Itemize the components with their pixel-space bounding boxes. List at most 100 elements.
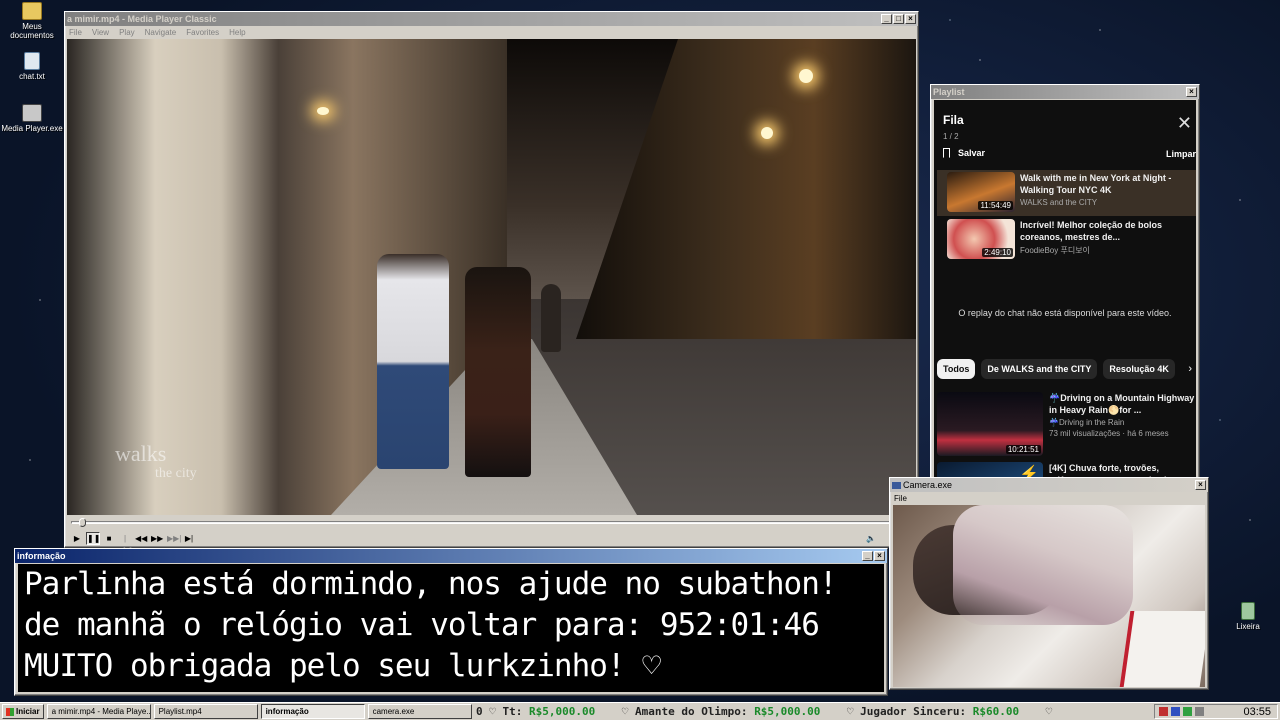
desktop-icon-documents[interactable]: Meus documentos xyxy=(0,2,64,40)
donation-ticker: 0 ♡ Tt: R$5,000.00 ♡ Amante do Olimpo: R… xyxy=(476,704,1154,720)
start-label: Iniciar xyxy=(16,707,40,716)
recycle-bin-icon xyxy=(1241,602,1255,620)
recommended-title: ☔Driving on a Mountain Highway in Heavy … xyxy=(1049,393,1195,415)
blanket xyxy=(953,505,1133,625)
taskbar-button-playlist[interactable]: Playlist.mp4 xyxy=(153,704,258,719)
clear-button[interactable]: Limpar xyxy=(1166,149,1196,159)
windows-logo-icon xyxy=(6,707,14,716)
seek-thumb[interactable] xyxy=(79,518,87,527)
close-icon[interactable]: ✕ xyxy=(1177,114,1192,132)
frame-step-button[interactable]: ▶| xyxy=(182,532,196,545)
media-player-titlebar[interactable]: a mimir.mp4 - Media Player Classic _ □ × xyxy=(65,12,918,26)
ticker-label: 0 ♡ Tt: xyxy=(476,705,523,718)
ticker-label: ♡ xyxy=(1045,705,1053,718)
close-button[interactable]: × xyxy=(1195,480,1206,490)
notepad-icon xyxy=(24,52,40,70)
street-light xyxy=(799,69,813,83)
taskbar-button-info[interactable]: informação xyxy=(260,704,365,719)
info-line: de manhã o relógio vai voltar para: 952:… xyxy=(24,607,820,643)
desktop-icon-chat[interactable]: chat.txt xyxy=(0,52,64,81)
clock: 03:55 xyxy=(1243,705,1271,718)
menu-file[interactable]: File xyxy=(894,494,907,503)
seek-bar[interactable] xyxy=(67,517,916,529)
tray-icon[interactable] xyxy=(1171,707,1180,716)
chip-channel[interactable]: De WALKS and the CITY xyxy=(981,359,1098,379)
chip-all[interactable]: Todos xyxy=(937,359,976,379)
ticker-label: ♡ Amante do Olimpo: xyxy=(621,705,748,718)
close-button[interactable]: × xyxy=(874,551,885,561)
menu-favorites[interactable]: Favorites xyxy=(186,28,219,37)
info-titlebar[interactable]: informação _ × xyxy=(15,549,887,563)
minimize-button[interactable]: _ xyxy=(862,551,873,561)
window-title: Camera.exe xyxy=(903,480,953,490)
playlist-window: Playlist × Fila 1 / 2 ✕ Salvar Limpar 11… xyxy=(930,84,1200,480)
folder-icon xyxy=(22,2,42,20)
play-button[interactable]: ▶ xyxy=(70,532,84,545)
queue-item-title: Walk with me in New York at Night - Walk… xyxy=(1020,173,1172,195)
window-title: Playlist xyxy=(933,87,965,97)
bookmark-icon xyxy=(943,148,950,158)
queue-item[interactable]: 11:54:49 Walk with me in New York at Nig… xyxy=(937,170,1196,216)
next-button[interactable]: ▶▶| xyxy=(166,532,181,545)
video-watermark: walks the city xyxy=(115,441,197,482)
fast-forward-button[interactable]: ▶▶ xyxy=(150,532,164,545)
volume-icon[interactable] xyxy=(1195,707,1204,716)
playlist-titlebar[interactable]: Playlist × xyxy=(931,85,1199,99)
notebook xyxy=(1119,611,1205,687)
queue-item[interactable]: 2:49:10 Incrível! Melhor coleção de bolo… xyxy=(937,217,1196,263)
recommended-item[interactable]: 10:21:51 ☔Driving on a Mountain Highway … xyxy=(937,392,1196,456)
stop-button[interactable]: ■ xyxy=(102,532,116,545)
filter-chips: Todos De WALKS and the CITY Resolução 4K xyxy=(937,359,1196,379)
save-label: Salvar xyxy=(958,148,986,158)
desktop-icon-label: Lixeira xyxy=(1236,622,1260,631)
desktop-icon-label: chat.txt xyxy=(19,72,45,81)
menu-view[interactable]: View xyxy=(92,28,109,37)
previous-button[interactable]: |◀◀ xyxy=(118,532,132,554)
chevron-right-icon[interactable]: › xyxy=(1188,363,1192,375)
close-button[interactable]: × xyxy=(905,14,916,24)
menu-file[interactable]: File xyxy=(69,28,82,37)
tray-icon[interactable] xyxy=(1183,707,1192,716)
desktop-icon-media-player[interactable]: Media Player.exe xyxy=(0,104,64,133)
street-light xyxy=(761,127,773,139)
taskbar-button-camera[interactable]: camera.exe xyxy=(367,704,472,719)
pedestrian xyxy=(465,267,531,477)
maximize-button[interactable]: □ xyxy=(893,14,904,24)
building-right xyxy=(576,39,916,339)
minimize-button[interactable]: _ xyxy=(881,14,892,24)
queue-panel: Fila 1 / 2 ✕ Salvar Limpar 11:54:49 Walk… xyxy=(934,100,1196,479)
recommended-channel: ☔Driving in the Rain xyxy=(1049,418,1125,427)
video-frame[interactable]: walks the city xyxy=(67,39,916,515)
chip-4k[interactable]: Resolução 4K xyxy=(1103,359,1175,379)
camera-titlebar[interactable]: Camera.exe × xyxy=(890,478,1208,492)
save-button[interactable]: Salvar xyxy=(943,148,985,158)
duration-badge: 10:21:51 xyxy=(1005,445,1041,454)
menu-help[interactable]: Help xyxy=(229,28,245,37)
player-controls: ▶ ❚❚ ■ |◀◀ ◀◀ ▶▶ ▶▶| ▶| 🔈 xyxy=(67,530,916,554)
ticker-amount: R$60.00 xyxy=(972,705,1020,718)
taskbar: Iniciar a mimir.mp4 - Media Playe... Pla… xyxy=(0,702,1280,720)
queue-item-channel: WALKS and the CITY xyxy=(1020,198,1098,207)
system-tray: 03:55 xyxy=(1154,704,1278,719)
menu-play[interactable]: Play xyxy=(119,28,135,37)
desktop-icon-label: Meus documentos xyxy=(10,22,54,40)
volume-icon[interactable]: 🔈 xyxy=(864,532,878,545)
queue-heading: Fila xyxy=(943,113,964,127)
menu-navigate[interactable]: Navigate xyxy=(145,28,177,37)
pedestrian xyxy=(377,254,449,469)
pause-button[interactable]: ❚❚ xyxy=(86,531,100,545)
close-button[interactable]: × xyxy=(1186,87,1197,97)
desktop-icon-recycle-bin[interactable]: Lixeira xyxy=(1216,602,1280,631)
duration-badge: 11:54:49 xyxy=(978,201,1013,210)
recommended-meta: 73 mil visualizações · há 6 meses xyxy=(1049,429,1169,438)
seek-track xyxy=(71,521,910,524)
info-message: Parlinha está dormindo, nos ajude no sub… xyxy=(18,564,884,692)
duration-badge: 2:49:10 xyxy=(982,248,1013,257)
rewind-button[interactable]: ◀◀ xyxy=(134,532,148,545)
tray-icon[interactable] xyxy=(1159,707,1168,716)
taskbar-button-media-player[interactable]: a mimir.mp4 - Media Playe... xyxy=(46,704,151,719)
street-light xyxy=(317,107,329,115)
start-button[interactable]: Iniciar xyxy=(2,704,44,719)
queue-item-channel: FoodieBoy 푸디보이 xyxy=(1020,246,1090,255)
tray-icons[interactable] xyxy=(1159,707,1204,716)
